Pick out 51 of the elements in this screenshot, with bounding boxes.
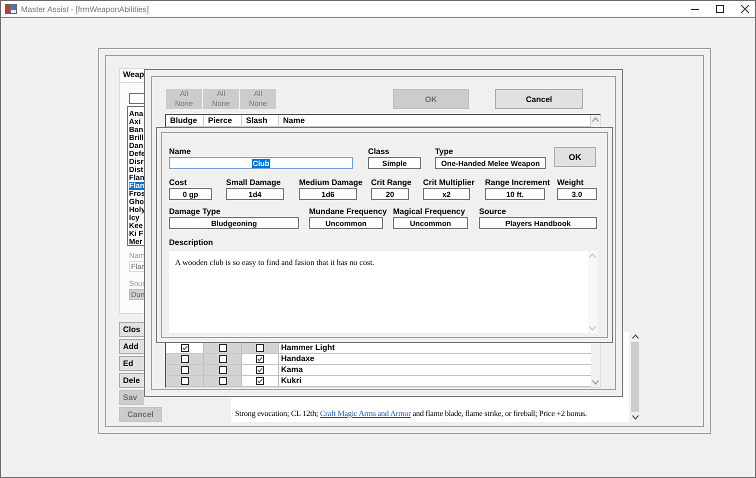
craft-link[interactable]: Craft Magic Arms and Armor bbox=[320, 409, 411, 418]
checkbox[interactable] bbox=[218, 377, 226, 385]
checkbox[interactable] bbox=[180, 366, 188, 374]
table-cell-text: Handaxe bbox=[280, 354, 316, 364]
column-header[interactable]: Slash bbox=[242, 115, 279, 126]
form-button[interactable]: Ed bbox=[119, 356, 144, 371]
form-button[interactable]: Clos bbox=[119, 322, 144, 337]
field-label: Crit Multiplier bbox=[423, 178, 475, 187]
form-button[interactable]: Dele bbox=[119, 373, 144, 388]
description-text: A wooden club is so easy to find and fasion that it has no cost. bbox=[174, 257, 376, 269]
checkbox[interactable] bbox=[218, 355, 226, 363]
column-header[interactable]: Bludge bbox=[166, 115, 204, 126]
field-label: Range Increment bbox=[485, 178, 550, 187]
scroll-up-icon[interactable] bbox=[632, 334, 638, 339]
field-label: Type bbox=[435, 147, 454, 156]
field-label: Cost bbox=[169, 178, 187, 187]
field-label: Small Damage bbox=[226, 178, 281, 187]
app-icon bbox=[5, 4, 17, 14]
field-label: Weight bbox=[557, 178, 584, 187]
form-button[interactable]: Add bbox=[119, 339, 144, 354]
close-icon[interactable] bbox=[741, 5, 749, 13]
group-tab[interactable]: Weap bbox=[119, 68, 148, 82]
field-label: Name bbox=[169, 147, 191, 156]
maximize-icon[interactable] bbox=[716, 5, 724, 13]
field-label: Class bbox=[368, 147, 390, 156]
scroll-down-icon[interactable] bbox=[632, 415, 638, 420]
checkbox[interactable] bbox=[180, 377, 188, 385]
checkbox[interactable] bbox=[180, 355, 188, 363]
field-label: Damage Type bbox=[169, 207, 220, 216]
table-cell-text: Hammer Light bbox=[280, 343, 336, 353]
table-cell-text: Kukri bbox=[280, 376, 302, 386]
column-header[interactable]: Pierce bbox=[204, 115, 242, 126]
field-label: Source bbox=[479, 207, 506, 216]
cancel-button[interactable]: Cancel bbox=[495, 89, 583, 109]
description-field[interactable]: A wooden club is so easy to find and fasion that it has no cost. bbox=[169, 251, 597, 333]
checkbox[interactable] bbox=[256, 355, 264, 363]
table-cell-text: Kama bbox=[280, 365, 304, 375]
checkbox[interactable] bbox=[256, 366, 264, 374]
checkbox[interactable] bbox=[180, 344, 188, 352]
field-label: Mundane Frequency bbox=[309, 207, 387, 216]
window-title: Master Assist - [frmWeaponAbilities] bbox=[21, 4, 149, 14]
checkbox[interactable] bbox=[218, 366, 226, 374]
field-label: Description bbox=[169, 238, 214, 247]
description-text: Strong evocation; CL 12th; Craft Magic Arms and Armor and flame blade, flame strike, or fireball; Price +2 bonus. bbox=[235, 409, 588, 418]
field-label: Medium Damage bbox=[299, 178, 363, 187]
checkbox[interactable] bbox=[256, 377, 264, 385]
field-label: Crit Range bbox=[371, 178, 412, 187]
field-label: Magical Frequency bbox=[393, 207, 466, 216]
checkbox[interactable] bbox=[218, 344, 226, 352]
ok-button[interactable]: OK bbox=[554, 147, 596, 167]
checkbox[interactable] bbox=[256, 344, 264, 352]
